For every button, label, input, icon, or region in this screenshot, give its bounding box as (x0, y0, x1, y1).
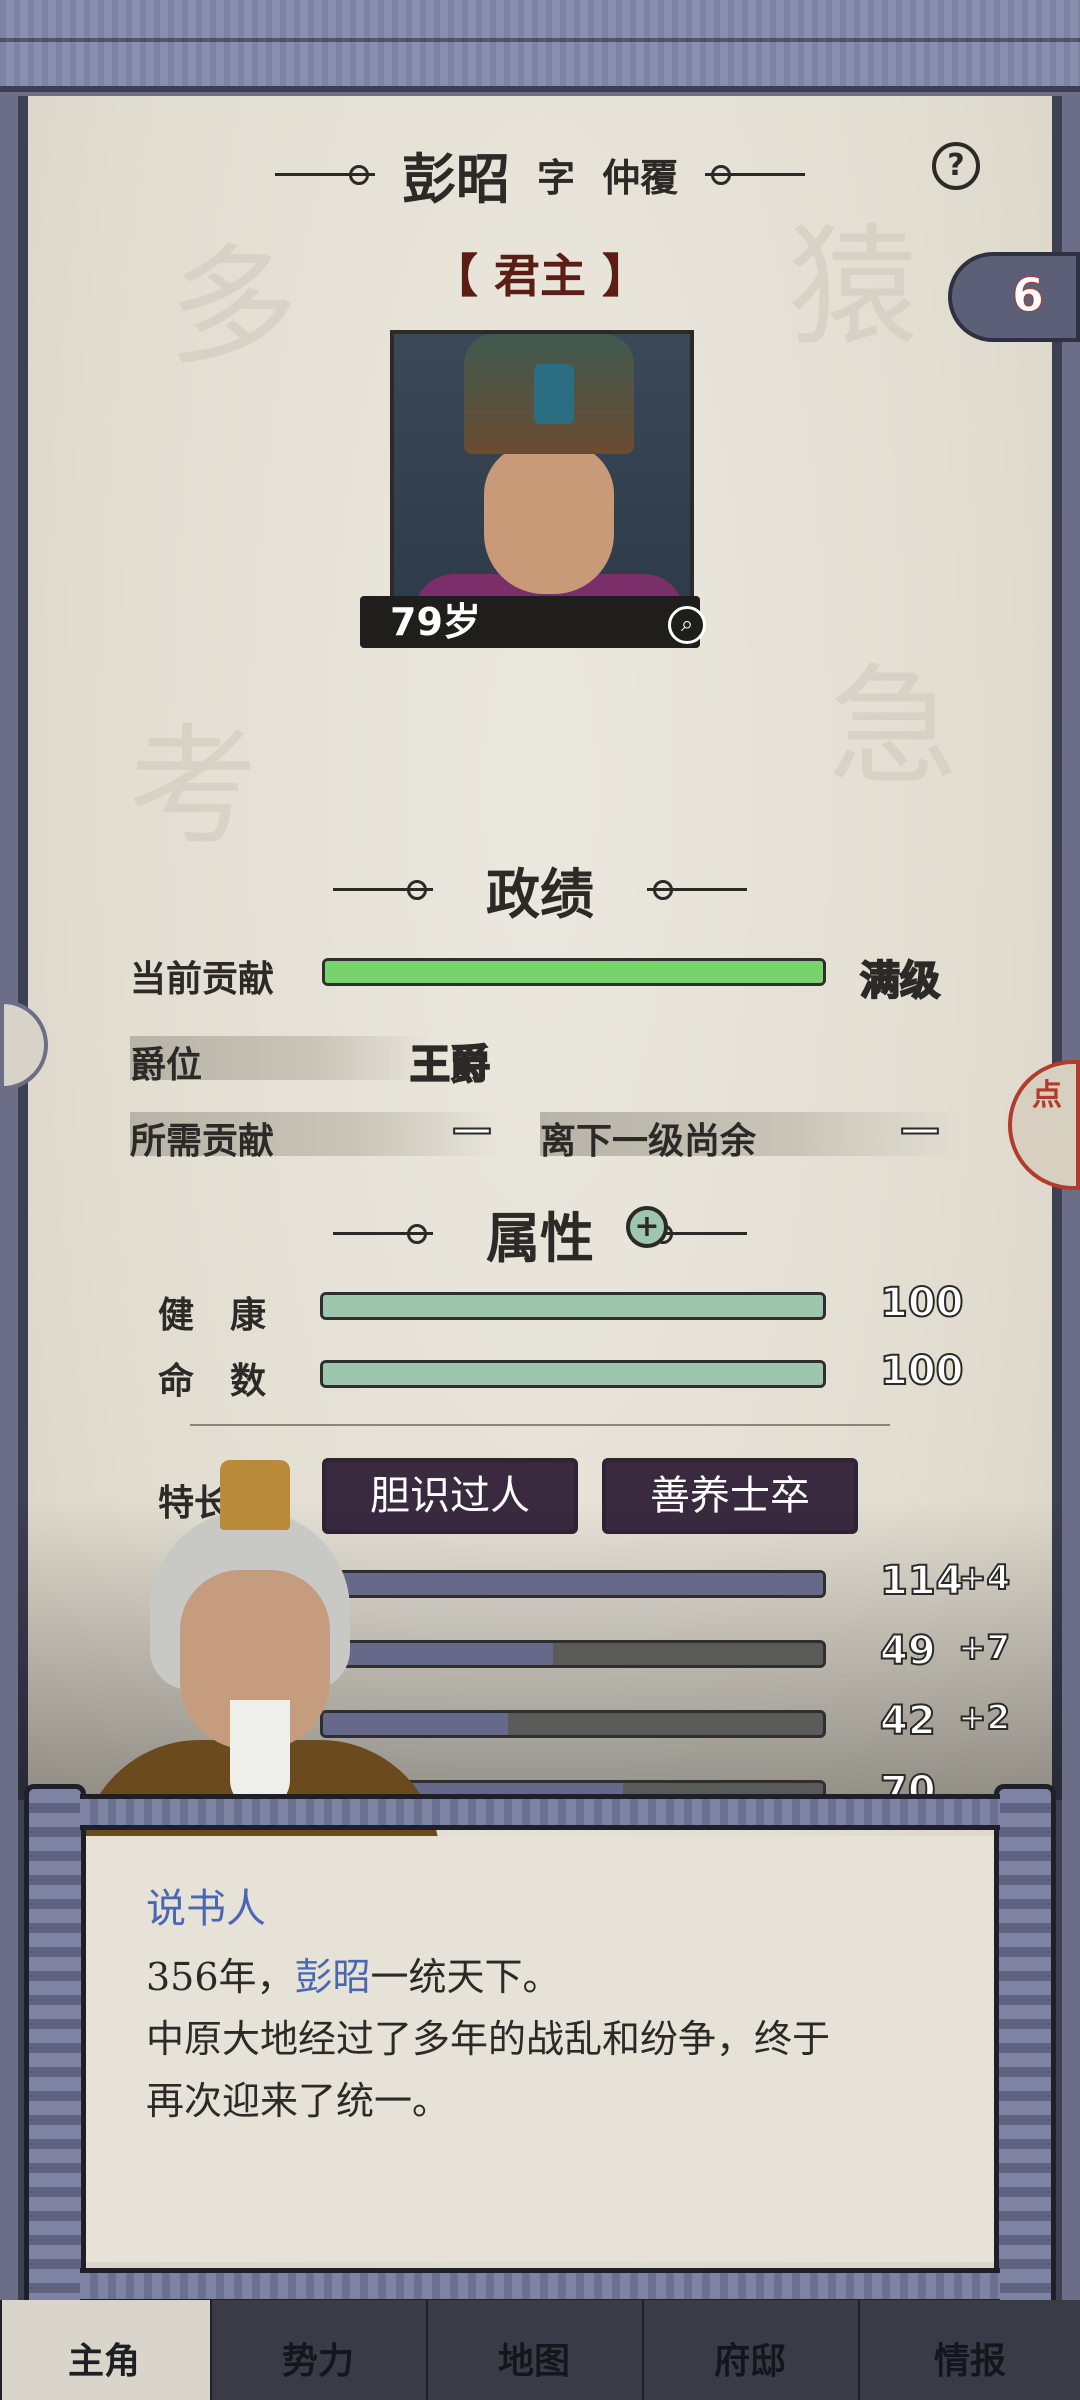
portrait-hat (464, 334, 634, 454)
ability-value: 42 (879, 1697, 937, 1745)
question-circle-icon[interactable]: ? (932, 142, 980, 190)
dialog-line: 再次迎来了统一。 (146, 2079, 451, 2123)
plus-circle-icon[interactable]: + (626, 1206, 668, 1248)
decorative-top-band (0, 0, 1080, 92)
nav-item-mansion[interactable]: 府邸 (660, 2332, 840, 2384)
fate-bar (320, 1360, 826, 1388)
background-calligraphy: 急 (828, 651, 959, 803)
nav-item-faction[interactable]: 势力 (228, 2332, 408, 2384)
section-divider (190, 1424, 890, 1426)
attributes-header: 属性 (0, 1194, 1080, 1273)
ornament-left (332, 880, 433, 900)
contribution-label: 当前贡献 (130, 959, 275, 1000)
ability-value: 114 (879, 1557, 964, 1605)
age-label: 79岁 (360, 596, 700, 648)
background-calligraphy: 考 (128, 711, 259, 863)
ornament-right (647, 880, 748, 900)
dialog-line: 中原大地经过了多年的战乱和纷争，终于 (146, 2017, 831, 2061)
courtesy-prefix: 字 (536, 155, 575, 200)
rank-label: 爵位 (130, 1045, 203, 1086)
rank-value: 王爵 (409, 1041, 491, 1089)
narrator-crown (220, 1460, 290, 1530)
ornament-left (332, 1224, 433, 1244)
health-label: 健 康 (158, 1295, 267, 1336)
fate-bar-fill (323, 1363, 823, 1385)
scroll-band-top (80, 1794, 1000, 1830)
ornament-right (705, 165, 806, 185)
dialog-line-suffix: 一统天下。 (370, 1955, 561, 1999)
dialog-line-prefix: 356年， (146, 1955, 295, 1999)
ability-bonus: +2 (957, 1697, 1011, 1739)
required-label: 所需贡献 (130, 1121, 275, 1162)
nav-item-map[interactable]: 地图 (444, 2332, 624, 2384)
magnifier-icon[interactable]: ⌕ (668, 606, 706, 644)
scroll-band-bottom (80, 2268, 1000, 2304)
scroll-rod-left (24, 1784, 86, 2314)
dialog-line: 356年，彭昭一统天下。 (146, 1946, 561, 2001)
health-value: 100 (879, 1279, 964, 1327)
ability-value: 49 (879, 1627, 937, 1675)
narrator-portrait (80, 1440, 440, 1860)
ability-bonus: +4 (957, 1557, 1011, 1599)
dialog-highlight-name: 彭昭 (294, 1955, 371, 1999)
attributes-title: 属性 (486, 1206, 594, 1270)
contribution-bar (322, 958, 826, 986)
role-title: 【 君主 】 (431, 249, 649, 303)
courtesy-name: 仲覆 (602, 155, 679, 200)
fate-value: 100 (879, 1347, 964, 1395)
portrait-face (484, 444, 614, 594)
required-value: — (451, 1105, 493, 1153)
contribution-status: 满级 (859, 957, 941, 1005)
nav-item-intel[interactable]: 情报 (880, 2332, 1060, 2384)
contribution-bar-fill (325, 961, 823, 983)
remaining-label: 离下一级尚余 (540, 1121, 757, 1162)
remaining-value: — (899, 1105, 941, 1153)
character-title: 彭昭 字 仲覆 (0, 135, 1080, 214)
achievements-header: 政绩 (0, 850, 1080, 929)
scroll-rod-right (994, 1784, 1056, 2314)
character-portrait[interactable] (390, 330, 694, 634)
nav-item-hero[interactable]: 主角 (14, 2332, 194, 2384)
dialog-speaker: 说书人 (146, 1886, 266, 1932)
achievements-title: 政绩 (486, 862, 594, 926)
health-bar-fill (323, 1295, 823, 1317)
fate-label: 命 数 (158, 1361, 267, 1402)
side-event-text: 点 (1032, 1078, 1062, 1113)
health-bar (320, 1292, 826, 1320)
character-name: 彭昭 (401, 147, 510, 211)
ability-bonus: +7 (957, 1627, 1011, 1669)
ornament-left (274, 165, 375, 185)
